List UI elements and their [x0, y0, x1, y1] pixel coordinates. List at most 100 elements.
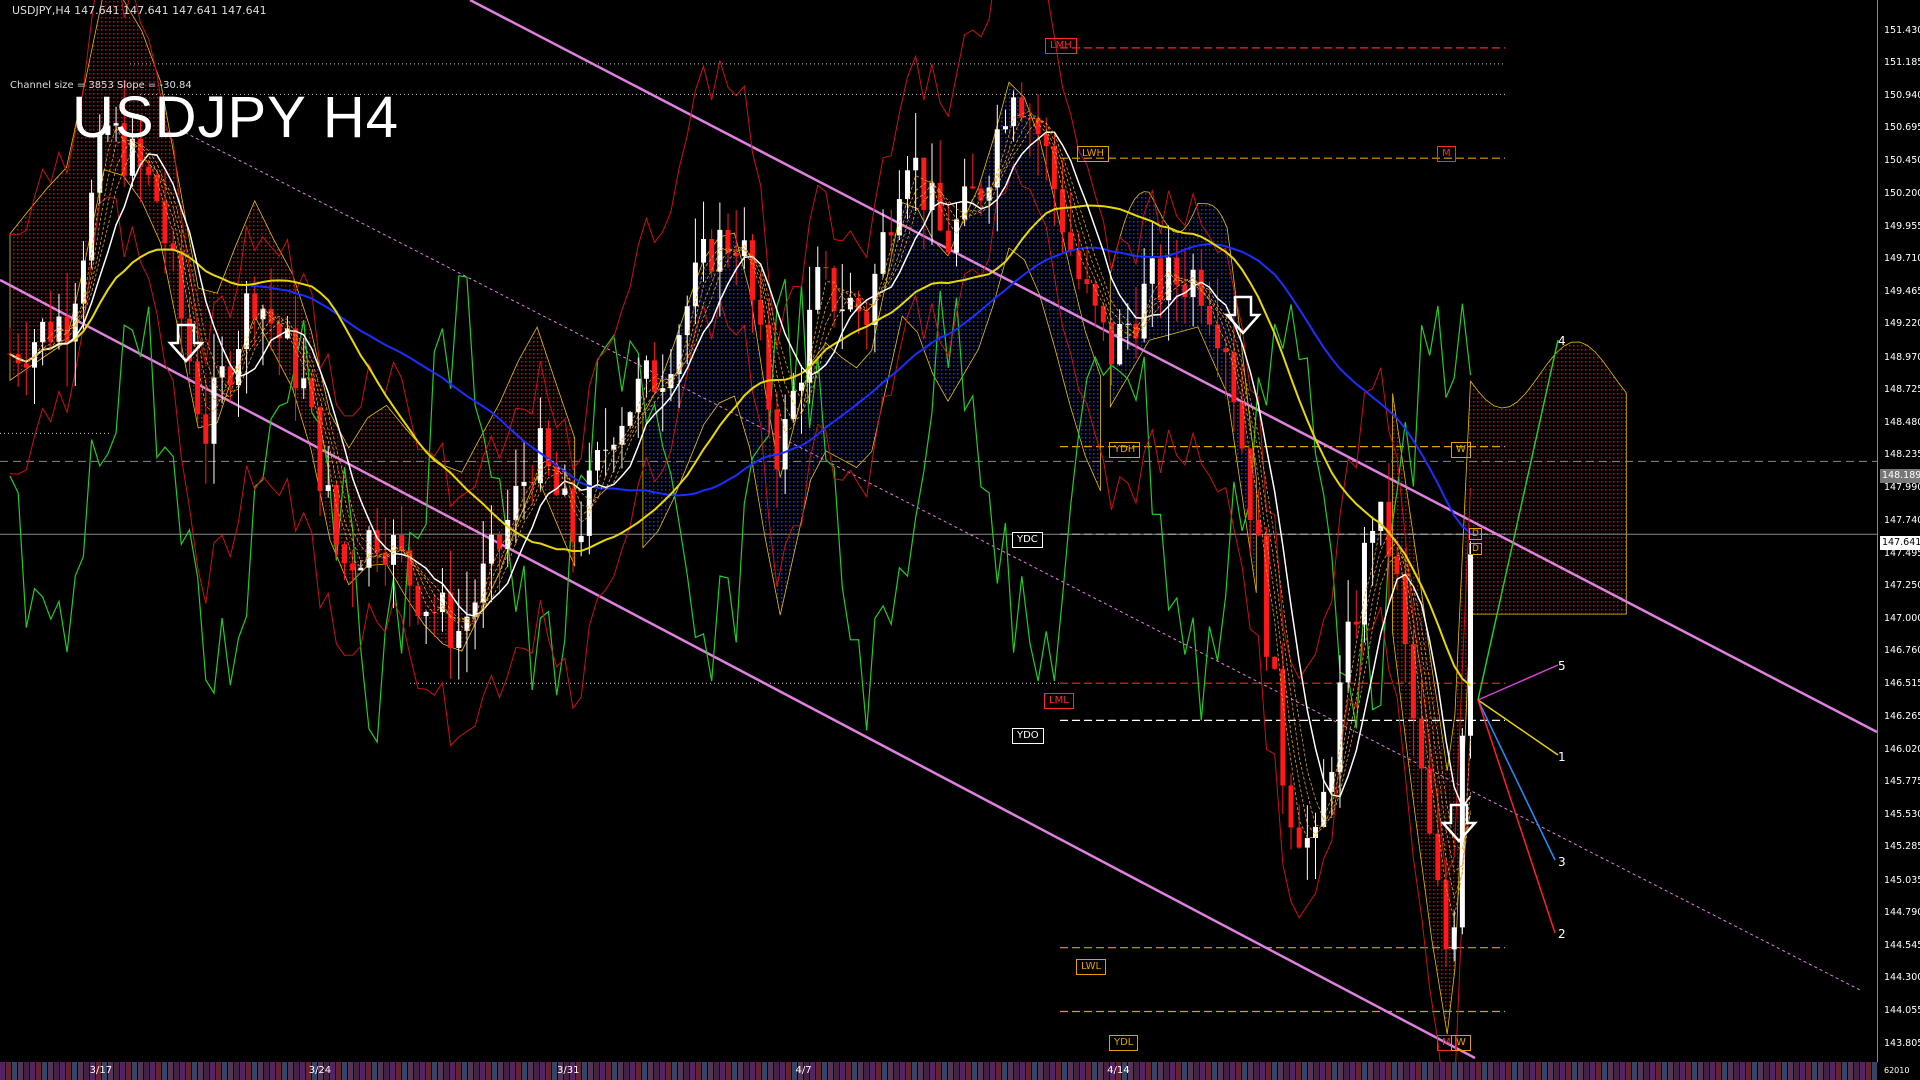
stripe-cell	[1572, 1062, 1577, 1080]
stripe-cell	[60, 1062, 65, 1080]
stripe-cell	[336, 1062, 341, 1080]
stripe-cell	[1554, 1062, 1559, 1080]
stripe-cell	[606, 1062, 611, 1080]
y-tick-label: 147.250	[1884, 580, 1920, 592]
stripe-cell	[1674, 1062, 1679, 1080]
stripe-cell	[1608, 1062, 1613, 1080]
stripe-cell	[732, 1062, 737, 1080]
stripe-cell	[1842, 1062, 1847, 1080]
candle-body	[227, 366, 233, 386]
stripe-cell	[1038, 1062, 1043, 1080]
candle-body	[390, 535, 396, 565]
stripe-cell	[1578, 1062, 1583, 1080]
stripe-cell	[270, 1062, 275, 1080]
stripe-cell	[1500, 1062, 1505, 1080]
stripe-cell	[1656, 1062, 1661, 1080]
stripe-cell	[1812, 1062, 1817, 1080]
candle-body	[333, 485, 339, 545]
stripe-cell	[1386, 1062, 1391, 1080]
stripe-cell	[444, 1062, 449, 1080]
stripe-cell	[1752, 1062, 1757, 1080]
stripe-cell	[1626, 1062, 1631, 1080]
candle-body	[1443, 880, 1449, 950]
stripe-cell	[864, 1062, 869, 1080]
stripe-cell	[984, 1062, 989, 1080]
stripe-cell	[522, 1062, 527, 1080]
candle-body	[456, 630, 462, 648]
stripe-cell	[372, 1062, 377, 1080]
candle-body	[399, 535, 405, 551]
tag-lml: LML	[1044, 693, 1074, 709]
stripe-cell	[786, 1062, 791, 1080]
candle-body	[603, 449, 609, 451]
stripe-cell	[396, 1062, 401, 1080]
candle-body	[317, 407, 323, 491]
stripe-cell	[1530, 1062, 1535, 1080]
stripe-cell	[906, 1062, 911, 1080]
y-tick-label: 147.495	[1884, 547, 1920, 559]
stripe-cell	[1620, 1062, 1625, 1080]
stripe-cell	[1194, 1062, 1199, 1080]
stripe-cell	[498, 1062, 503, 1080]
stripe-cell	[1494, 1062, 1499, 1080]
stripe-cell	[684, 1062, 689, 1080]
stripe-cell	[1872, 1062, 1877, 1080]
x-tick-label: 4/7	[795, 1065, 812, 1076]
y-tick-label: 148.235	[1884, 449, 1920, 461]
stripe-cell	[1008, 1062, 1013, 1080]
candle-body	[594, 450, 600, 471]
y-tick-label: 148.970	[1884, 351, 1920, 363]
stripe-cell	[156, 1062, 161, 1080]
stripe-cell	[1026, 1062, 1031, 1080]
y-tick-label: 147.000	[1884, 613, 1920, 625]
stripe-cell	[1446, 1062, 1451, 1080]
stripe-cell	[1146, 1062, 1151, 1080]
stripe-cell	[1704, 1062, 1709, 1080]
stripe-cell	[258, 1062, 263, 1080]
stripe-cell	[900, 1062, 905, 1080]
stripe-cell	[234, 1062, 239, 1080]
candle-body	[635, 378, 641, 413]
stripe-cell	[588, 1062, 593, 1080]
stripe-cell	[354, 1062, 359, 1080]
stripe-cell	[870, 1062, 875, 1080]
candle-body	[89, 192, 95, 261]
candle-body	[431, 611, 437, 613]
y-tick-label: 146.515	[1884, 677, 1920, 689]
stripe-cell	[1320, 1062, 1325, 1080]
stripe-cell	[12, 1062, 17, 1080]
stripe-cell	[210, 1062, 215, 1080]
candle-body	[586, 470, 592, 536]
y-tick-label: 145.775	[1884, 776, 1920, 788]
stripe-cell	[714, 1062, 719, 1080]
stripe-cell	[462, 1062, 467, 1080]
stripe-cell	[390, 1062, 395, 1080]
candle-body	[1394, 556, 1400, 574]
candle-body	[750, 240, 756, 300]
tag-ydl: YDL	[1109, 1035, 1139, 1051]
stripe-cell	[1788, 1062, 1793, 1080]
stripe-cell	[1746, 1062, 1751, 1080]
stripe-cell	[84, 1062, 89, 1080]
stripe-cell	[1698, 1062, 1703, 1080]
stripe-cell	[1452, 1062, 1457, 1080]
stripe-cell	[1176, 1062, 1181, 1080]
stripe-cell	[600, 1062, 605, 1080]
stripe-cell	[1374, 1062, 1379, 1080]
tag-ydc: YDC	[1012, 532, 1043, 548]
price-chart[interactable]	[0, 0, 1920, 1080]
stripe-cell	[42, 1062, 47, 1080]
candle-body	[244, 293, 250, 350]
stripe-cell	[1818, 1062, 1823, 1080]
stripe-cell	[6, 1062, 11, 1080]
stripe-cell	[1560, 1062, 1565, 1080]
candle-body	[774, 409, 780, 470]
candle-body	[1239, 402, 1245, 449]
stripe-cell	[1416, 1062, 1421, 1080]
candle-body	[758, 299, 764, 325]
y-tick-label: 147.990	[1884, 481, 1920, 493]
stripe-cell	[246, 1062, 251, 1080]
candle-body	[562, 488, 568, 495]
stripe-cell	[414, 1062, 419, 1080]
stripe-cell	[1380, 1062, 1385, 1080]
